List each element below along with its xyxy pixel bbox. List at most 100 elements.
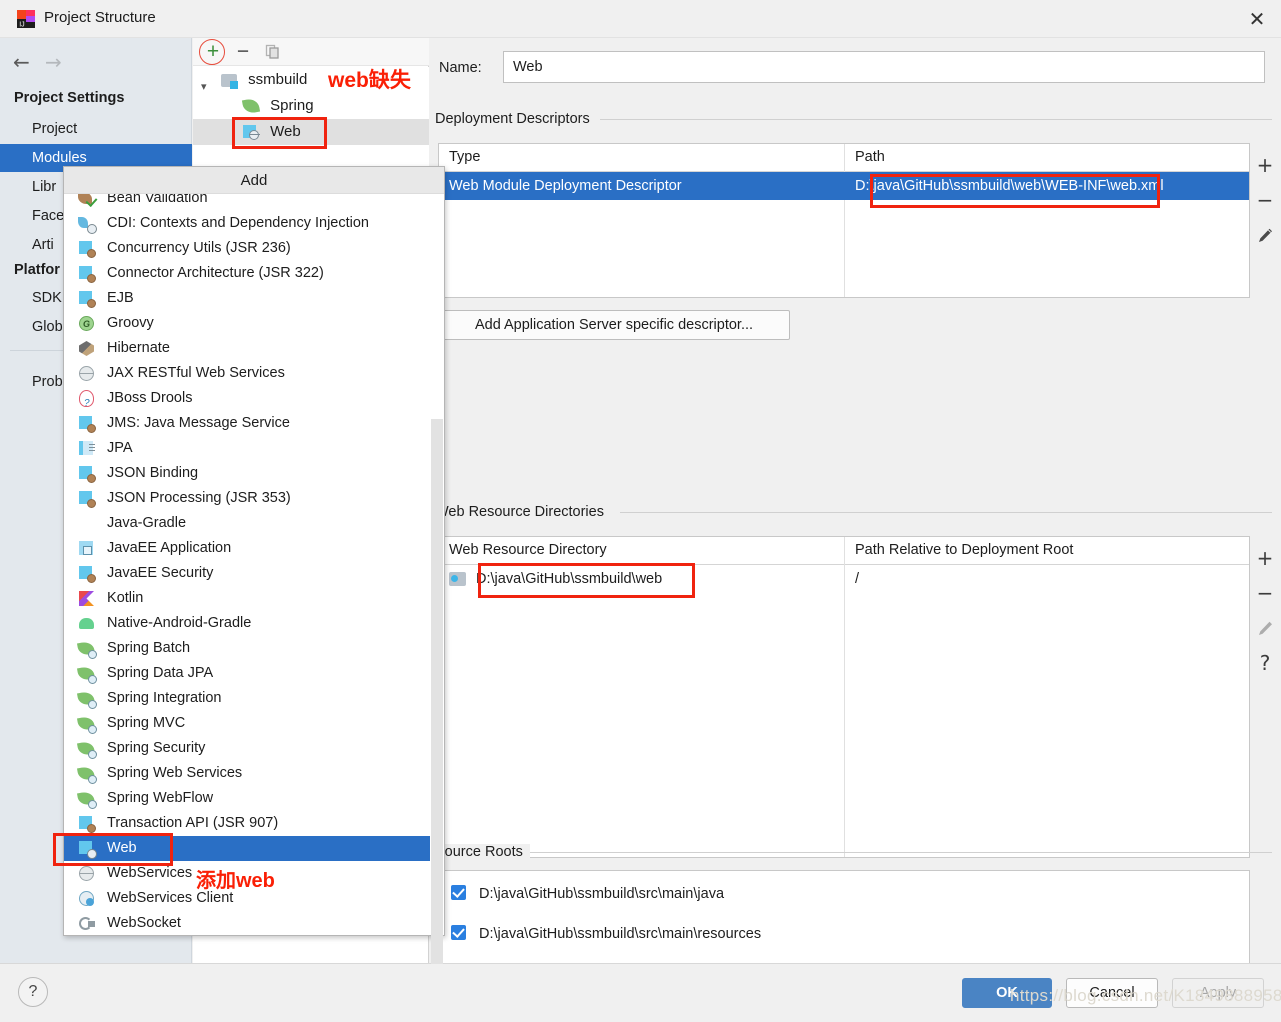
globe-icon: [78, 865, 95, 882]
source-root-checkbox[interactable]: [451, 925, 466, 940]
javaee-bean-icon: [78, 290, 96, 308]
add-module-button[interactable]: +: [201, 40, 225, 63]
android-icon: [78, 615, 95, 632]
web-module-icon: [243, 124, 260, 141]
list-item-spring-data-jpa[interactable]: Spring Data JPA: [64, 661, 444, 686]
list-item-label: Spring WebFlow: [107, 790, 214, 806]
list-item-native-android-gradle[interactable]: Native-Android-Gradle: [64, 611, 444, 636]
column-header-relative-path: Path Relative to Deployment Root: [855, 542, 1074, 558]
spring-icon: [76, 740, 97, 759]
tree-row[interactable]: Web: [193, 119, 429, 145]
list-item-label: JAX RESTful Web Services: [107, 365, 285, 381]
list-item-spring-web-services[interactable]: Spring Web Services: [64, 761, 444, 786]
list-item[interactable]: D:\java\GitHub\ssmbuild\src\main\resourc…: [439, 918, 1249, 950]
remove-descriptor-button[interactable]: −: [1250, 185, 1280, 215]
deployment-tools: + −: [1250, 143, 1280, 298]
chevron-down-icon[interactable]: ▾: [201, 74, 213, 93]
edit-web-resource-button[interactable]: [1250, 613, 1280, 643]
source-root-checkbox[interactable]: [451, 885, 466, 900]
list-item-label: Bean Validation: [107, 194, 208, 206]
list-item-spring-webflow[interactable]: Spring WebFlow: [64, 786, 444, 811]
cell-type: Web Module Deployment Descriptor: [449, 178, 682, 194]
list-item-jax-restful-web-services[interactable]: JAX RESTful Web Services: [64, 361, 444, 386]
web-resource-tools: + − ?: [1250, 536, 1280, 858]
list-item-transaction-api[interactable]: Transaction API (JSR 907): [64, 811, 444, 836]
web-resource-help-button[interactable]: ?: [1250, 648, 1280, 678]
spring-icon: [76, 765, 97, 784]
tree-row[interactable]: Spring: [193, 93, 429, 119]
back-arrow-icon[interactable]: ←: [13, 52, 30, 72]
webservices-client-icon: [78, 890, 95, 907]
sidebar-group-platform-settings: Platfor: [14, 262, 60, 278]
list-item-json-binding[interactable]: JSON Binding: [64, 461, 444, 486]
list-item-label: Spring Batch: [107, 640, 191, 656]
forward-arrow-icon[interactable]: →: [45, 52, 62, 72]
list-item-cdi[interactable]: CDI: Contexts and Dependency Injection: [64, 211, 444, 236]
source-roots-label: Source Roots: [435, 844, 530, 860]
source-roots-list: D:\java\GitHub\ssmbuild\src\main\java D:…: [438, 870, 1250, 964]
list-item-javaee-application[interactable]: JavaEE Application: [64, 536, 444, 561]
list-item-connector-architecture[interactable]: Connector Architecture (JSR 322): [64, 261, 444, 286]
list-item-javaee-security[interactable]: JavaEE Security: [64, 561, 444, 586]
list-item-concurrency-utils[interactable]: Concurrency Utils (JSR 236): [64, 236, 444, 261]
help-button[interactable]: ?: [18, 977, 48, 1007]
annotation-web-missing: web缺失: [328, 69, 411, 92]
add-app-server-descriptor-button[interactable]: Add Application Server specific descript…: [438, 310, 790, 340]
javaee-bean-icon: [78, 565, 96, 583]
websocket-icon: [78, 915, 95, 932]
list-item-spring-mvc[interactable]: Spring MVC: [64, 711, 444, 736]
deployment-descriptors-label: Deployment Descriptors: [435, 111, 597, 127]
module-name-input[interactable]: [503, 51, 1265, 83]
list-item-label: Hibernate: [107, 340, 170, 356]
add-web-resource-button[interactable]: +: [1250, 543, 1280, 573]
copy-icon: [265, 44, 279, 59]
list-item-groovy[interactable]: G Groovy: [64, 311, 444, 336]
list-item-label: JSON Processing (JSR 353): [107, 490, 291, 506]
list-item-jpa[interactable]: JPA: [64, 436, 444, 461]
list-item-jms[interactable]: JMS: Java Message Service: [64, 411, 444, 436]
framework-list: Bean Validation CDI: Contexts and Depend…: [64, 194, 444, 935]
remove-module-button[interactable]: −: [231, 40, 255, 63]
list-item[interactable]: D:\java\GitHub\ssmbuild\src\main\java: [439, 878, 1249, 910]
column-header-path: Path: [855, 149, 885, 165]
list-item-web[interactable]: Web: [64, 836, 444, 861]
list-item-spring-security[interactable]: Spring Security: [64, 736, 444, 761]
spring-icon: [76, 715, 97, 734]
globe-icon: [78, 365, 95, 382]
list-item-spring-batch[interactable]: Spring Batch: [64, 636, 444, 661]
list-item-label: WebSocket: [107, 915, 181, 931]
list-item-spring-integration[interactable]: Spring Integration: [64, 686, 444, 711]
sidebar-item-project[interactable]: Project: [0, 115, 192, 143]
list-item-hibernate[interactable]: Hibernate: [64, 336, 444, 361]
list-item-label: EJB: [107, 290, 134, 306]
edit-descriptor-button[interactable]: [1250, 220, 1280, 250]
list-item-label: JMS: Java Message Service: [107, 415, 290, 431]
list-item-bean-validation[interactable]: Bean Validation: [64, 194, 444, 211]
navigation-arrows: ← →: [0, 38, 192, 74]
tree-item-label: Spring: [270, 97, 314, 114]
window-title: Project Structure: [44, 9, 156, 26]
list-item-json-processing[interactable]: JSON Processing (JSR 353): [64, 486, 444, 511]
list-item-label: JavaEE Application: [107, 540, 232, 556]
bean-validation-icon: [78, 194, 95, 207]
table-row[interactable]: Web Module Deployment Descriptor D:\java…: [439, 172, 1249, 200]
remove-web-resource-button[interactable]: −: [1250, 578, 1280, 608]
copy-module-button[interactable]: [261, 41, 285, 63]
column-header-web-resource-directory: Web Resource Directory: [449, 542, 607, 558]
annotation-add-web: 添加web: [196, 870, 275, 892]
table-row[interactable]: D:\java\GitHub\ssmbuild\web /: [439, 565, 1249, 593]
popup-title: Add: [64, 167, 444, 194]
group-rule: [525, 852, 1272, 853]
list-item-jboss-drools[interactable]: JBoss Drools: [64, 386, 444, 416]
group-rule: [600, 119, 1272, 120]
list-item-websocket[interactable]: WebSocket: [64, 911, 444, 935]
list-item-kotlin[interactable]: Kotlin: [64, 586, 444, 611]
add-descriptor-button[interactable]: +: [1250, 150, 1280, 180]
javaee-app-icon: [78, 540, 95, 557]
close-icon[interactable]: ✕: [1233, 0, 1281, 38]
popup-scrollbar-thumb[interactable]: [431, 419, 443, 964]
popup-scrollbar[interactable]: [430, 194, 444, 964]
list-item-ejb[interactable]: EJB: [64, 286, 444, 311]
list-item-java-gradle[interactable]: Java-Gradle: [64, 511, 444, 536]
list-item-label: JSON Binding: [107, 465, 199, 481]
